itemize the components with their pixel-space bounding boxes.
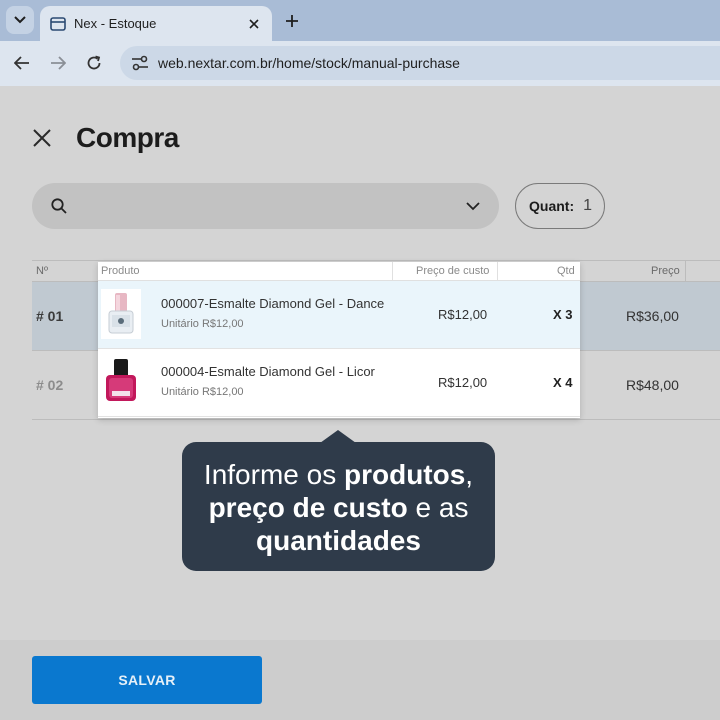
close-icon <box>33 129 51 147</box>
quantity-field[interactable]: Quant: 1 <box>515 183 605 229</box>
page-footer: SALVAR <box>0 640 720 720</box>
column-divider <box>685 261 686 282</box>
arrow-left-icon <box>14 56 29 70</box>
new-tab-button[interactable] <box>281 10 303 32</box>
table-header: Produto Preço de custo Qtd <box>98 262 580 281</box>
product-unit-price: Unitário R$12,00 <box>161 318 244 330</box>
column-product: Produto <box>101 265 140 277</box>
highlighted-products-table: Produto Preço de custo Qtd 000007-Esmalt… <box>98 262 580 418</box>
reload-button[interactable] <box>83 52 105 74</box>
column-price: Preço <box>651 265 680 277</box>
tooltip-line-2: preço de custo e as <box>182 491 495 524</box>
plus-icon <box>286 15 298 27</box>
close-page-button[interactable] <box>30 126 54 150</box>
quantity-label: Quant: <box>529 198 575 214</box>
page-title: Compra <box>76 122 179 153</box>
close-tab-icon[interactable] <box>246 16 262 32</box>
address-bar[interactable]: web.nextar.com.br/home/stock/manual-purc… <box>120 46 720 80</box>
column-divider <box>392 262 393 280</box>
search-input[interactable] <box>80 191 460 221</box>
forward-button[interactable] <box>47 52 69 74</box>
browser-tab-bar: Nex - Estoque <box>0 0 720 41</box>
browser-tab[interactable]: Nex - Estoque <box>40 6 272 41</box>
product-cost[interactable]: R$12,00 <box>438 307 487 322</box>
product-quantity[interactable]: X 3 <box>553 307 573 322</box>
save-button[interactable]: SALVAR <box>32 656 262 704</box>
quantity-value: 1 <box>583 197 593 214</box>
tab-title: Nex - Estoque <box>74 16 157 31</box>
tooltip-bold-text: produtos <box>343 459 466 490</box>
store-icon <box>50 16 66 31</box>
product-name: 000004-Esmalte Diamond Gel - Licor <box>161 364 375 379</box>
row-price: R$36,00 <box>626 308 679 324</box>
product-cost[interactable]: R$12,00 <box>438 375 487 390</box>
tooltip-text: , <box>465 459 474 490</box>
column-qty: Qtd <box>557 265 575 277</box>
product-image-licor <box>101 357 141 407</box>
arrow-right-icon <box>51 56 66 70</box>
column-number: Nº <box>36 265 48 277</box>
tooltip-line-3: quantidades <box>182 524 495 557</box>
tooltip-text: Informe os <box>203 459 344 490</box>
reload-icon <box>87 55 101 70</box>
tooltip-line-1: Informe os produtos, <box>182 458 495 491</box>
tooltip-text: e as <box>407 492 469 523</box>
row-price: R$48,00 <box>626 377 679 393</box>
row-number: # 01 <box>36 308 64 324</box>
product-image-dance <box>101 289 141 339</box>
product-row[interactable]: 000007-Esmalte Diamond Gel - Dance Unitá… <box>98 281 580 349</box>
product-search-box[interactable] <box>32 183 499 229</box>
chevron-down-icon <box>14 16 26 24</box>
browser-toolbar: web.nextar.com.br/home/stock/manual-purc… <box>0 41 720 86</box>
instruction-tooltip: Informe os produtos, preço de custo e as… <box>182 442 495 571</box>
product-name: 000007-Esmalte Diamond Gel - Dance <box>161 296 385 311</box>
product-quantity[interactable]: X 4 <box>553 375 573 390</box>
product-unit-price: Unitário R$12,00 <box>161 386 244 398</box>
column-divider <box>497 262 498 280</box>
back-button[interactable] <box>11 52 33 74</box>
search-icon <box>51 198 67 214</box>
column-cost: Preço de custo <box>416 265 490 277</box>
url-text: web.nextar.com.br/home/stock/manual-purc… <box>158 55 460 71</box>
tooltip-bold-text: quantidades <box>256 525 421 556</box>
tooltip-bold-text: preço de custo <box>208 492 408 523</box>
chevron-down-icon[interactable] <box>465 199 481 213</box>
tab-search-button[interactable] <box>6 6 34 34</box>
site-settings-icon[interactable] <box>130 53 150 73</box>
row-number: # 02 <box>36 377 64 393</box>
product-row[interactable]: 000004-Esmalte Diamond Gel - Licor Unitá… <box>98 349 580 417</box>
